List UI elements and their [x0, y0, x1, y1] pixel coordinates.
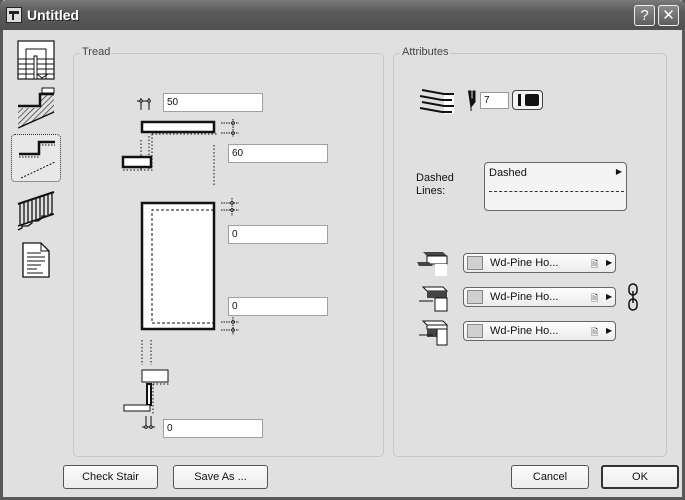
ok-button[interactable]: OK — [601, 465, 679, 489]
bottom-offset-field[interactable]: 0 — [228, 297, 328, 316]
edge-surface-icon — [419, 286, 449, 312]
dashed-lines-label-line2: Lines: — [416, 185, 446, 197]
save-as-button[interactable]: Save As ... — [173, 465, 268, 489]
attributes-group-label: Attributes — [400, 46, 451, 58]
triangle-right-icon: ▶ — [606, 292, 613, 301]
pen-number-field[interactable]: 7 — [480, 92, 509, 109]
cancel-button[interactable]: Cancel — [511, 465, 589, 489]
line-type-popup[interactable]: Dashed ▶ — [484, 162, 627, 211]
previous-tread — [121, 155, 153, 169]
top-offset-field[interactable]: 0 — [228, 225, 328, 244]
dashed-line-preview — [489, 191, 624, 192]
main-tread — [140, 201, 216, 331]
material-settings-icon: 🗎 — [591, 293, 599, 303]
material-swatch — [467, 324, 483, 338]
line-weight-button[interactable] — [512, 90, 543, 110]
riser-offset-field[interactable]: 0 — [163, 419, 263, 438]
riser-offset-dimension-icon — [142, 416, 155, 429]
nosing-dimension-icon — [137, 98, 151, 110]
dashed-lines-label: Dashed Lines: — [416, 172, 454, 198]
triangle-right-icon: ▶ — [606, 258, 613, 267]
bottom-surface-icon — [419, 320, 449, 346]
line-type-name: Dashed — [489, 167, 527, 179]
material-name: Wd-Pine Ho... — [490, 325, 559, 337]
material-swatch — [467, 290, 483, 304]
tread-thickness-field[interactable]: 60 — [228, 144, 328, 163]
edge-material-popup[interactable]: Wd-Pine Ho... 🗎 ▶ — [463, 287, 616, 307]
material-settings-icon: 🗎 — [591, 327, 599, 337]
dashed-lines-label-line1: Dashed — [416, 172, 454, 184]
tread-lines-icon — [419, 89, 454, 114]
bottom-offset-dimension-icon — [221, 317, 239, 335]
bottom-material-popup[interactable]: Wd-Pine Ho... 🗎 ▶ — [463, 321, 616, 341]
material-name: Wd-Pine Ho... — [490, 291, 559, 303]
thin-line-icon — [518, 94, 521, 106]
upper-tread — [140, 120, 216, 134]
riser — [146, 383, 152, 406]
triangle-right-icon: ▶ — [615, 167, 622, 176]
thick-line-icon — [525, 94, 539, 106]
riser-bottom — [123, 404, 151, 412]
thickness-dimension-icon — [221, 119, 239, 137]
chain-link-icon[interactable] — [627, 283, 639, 311]
stair-settings-dialog: Untitled ? ✕ Tread 50 60 0 0 0 Attribute… — [0, 0, 685, 500]
top-material-popup[interactable]: Wd-Pine Ho... 🗎 ▶ — [463, 253, 616, 273]
material-settings-icon: 🗎 — [591, 259, 599, 269]
top-offset-dimension-icon — [221, 198, 239, 216]
triangle-right-icon: ▶ — [606, 326, 613, 335]
pen-icon — [468, 90, 476, 111]
material-name: Wd-Pine Ho... — [490, 257, 559, 269]
nosing-field[interactable]: 50 — [163, 93, 263, 112]
riser-top — [141, 369, 169, 383]
material-swatch — [467, 256, 483, 270]
top-surface-icon — [417, 252, 448, 276]
check-stair-button[interactable]: Check Stair — [63, 465, 158, 489]
